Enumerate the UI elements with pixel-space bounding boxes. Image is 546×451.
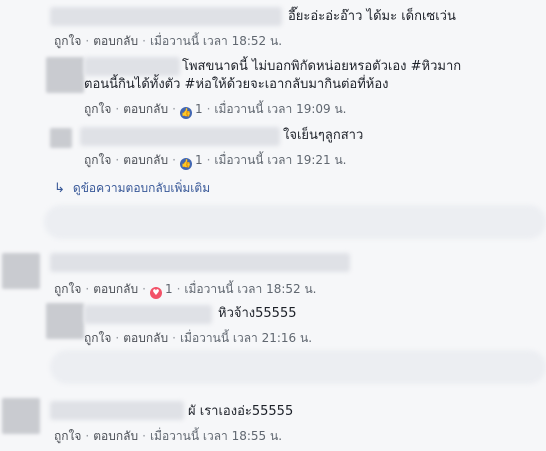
like-reaction-icon: 👍 — [179, 158, 192, 170]
comment-text: ใจเย็นๆลูกสาว — [283, 128, 364, 143]
like-link[interactable]: ถูกใจ — [54, 429, 81, 443]
commenter-name-blurred[interactable] — [80, 127, 280, 146]
avatar[interactable] — [50, 128, 72, 148]
comment-text: หิวจ้าง55555 — [218, 306, 297, 321]
avatar[interactable] — [2, 253, 40, 289]
reply-link[interactable]: ตอบกลับ — [123, 102, 168, 116]
reply-link[interactable]: ตอบกลับ — [93, 34, 138, 48]
reply-link[interactable]: ตอบกลับ — [123, 153, 168, 167]
avatar[interactable] — [2, 398, 40, 434]
comment-text: ผั เราเองอ่ะ55555 — [188, 404, 294, 419]
avatar[interactable] — [46, 303, 84, 339]
commenter-name-blurred[interactable] — [50, 401, 184, 420]
like-link[interactable]: ถูกใจ — [84, 102, 111, 116]
like-link[interactable]: ถูกใจ — [54, 282, 81, 296]
comment-text-blurred — [50, 253, 350, 272]
comment-meta: ถูกใจ · ตอบกลับ · ♥ 1 · เมื่อวานนี้ เวลา 18:52 … — [54, 282, 317, 299]
timestamp[interactable]: เมื่อวานนี้ เวลา 19:09 น. — [214, 102, 346, 116]
commenter-name-blurred[interactable] — [50, 7, 282, 26]
timestamp[interactable]: เมื่อวานนี้ เวลา 18:52 น. — [184, 282, 316, 296]
reaction-count[interactable]: 1 — [195, 102, 203, 116]
timestamp[interactable]: เมื่อวานนี้ เวลา 18:55 น. — [150, 429, 282, 443]
comment-meta: ถูกใจ · ตอบกลับ · เมื่อวานนี้ เวลา 21:16 น. — [84, 331, 313, 345]
love-reaction-icon: ♥ — [149, 287, 162, 299]
reaction-count[interactable]: 1 — [165, 282, 173, 296]
like-link[interactable]: ถูกใจ — [84, 153, 111, 167]
avatar[interactable] — [46, 57, 84, 93]
like-link[interactable]: ถูกใจ — [84, 331, 111, 345]
like-reaction-icon: 👍 — [179, 107, 192, 119]
reply-input-blurred[interactable] — [44, 205, 546, 239]
timestamp[interactable]: เมื่อวานนี้ เวลา 19:21 น. — [214, 153, 346, 167]
reply-link[interactable]: ตอบกลับ — [93, 282, 138, 296]
comment-meta: ถูกใจ · ตอบกลับ · 👍 1 · เมื่อวานนี้ เวลา 19:21 … — [84, 153, 347, 170]
reply-link[interactable]: ตอบกลับ — [123, 331, 168, 345]
timestamp[interactable]: เมื่อวานนี้ เวลา 21:16 น. — [180, 331, 312, 345]
comment-text: โพสขนาดนี้ ไม่บอกพิกัดหน่อยหรอตัวเอง #หิ… — [84, 59, 462, 92]
reply-input-blurred[interactable] — [50, 350, 546, 384]
timestamp[interactable]: เมื่อวานนี้ เวลา 18:52 น. — [150, 34, 282, 48]
comment-meta: ถูกใจ · ตอบกลับ · 👍 1 · เมื่อวานนี้ เวลา 19:09 … — [84, 102, 347, 119]
like-link[interactable]: ถูกใจ — [54, 34, 81, 48]
reply-arrow-icon: ↳ — [54, 181, 65, 196]
reaction-count[interactable]: 1 — [195, 153, 203, 167]
comment-text: อี๊ยะอ่ะอ่ะอ๊าว ได้มะ เด็กเซเว่น — [288, 9, 456, 24]
reply-link[interactable]: ตอบกลับ — [93, 429, 138, 443]
comment-meta: ถูกใจ · ตอบกลับ · เมื่อวานนี้ เวลา 18:52 น. — [54, 34, 283, 48]
commenter-name-blurred[interactable] — [84, 305, 212, 324]
more-replies-link[interactable]: ↳ ดูข้อความตอบกลับเพิ่มเติม — [54, 180, 210, 197]
comment-meta: ถูกใจ · ตอบกลับ · เมื่อวานนี้ เวลา 18:55 น. — [54, 429, 283, 443]
